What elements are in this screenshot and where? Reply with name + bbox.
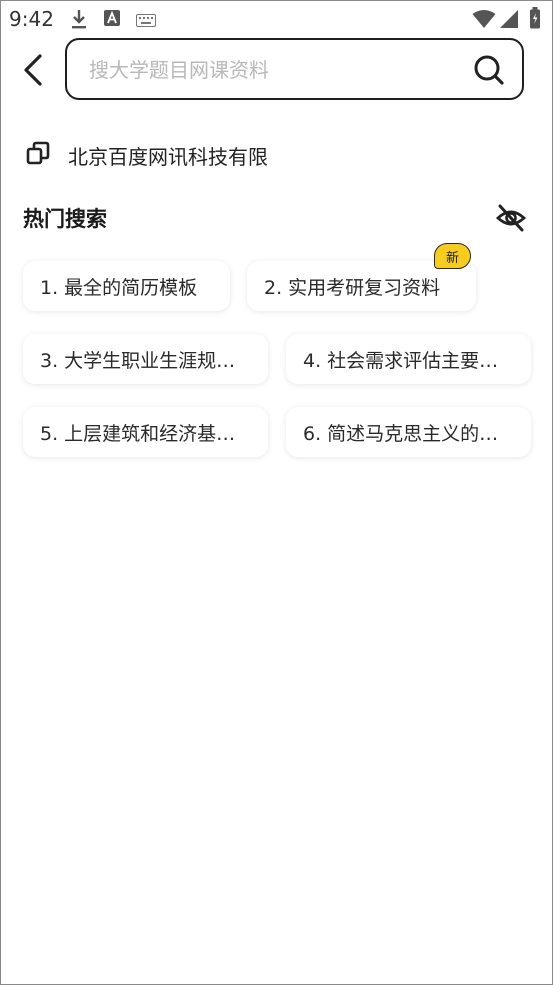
status-time: 9:42 (9, 7, 54, 31)
copy-icon (26, 141, 50, 169)
hot-search-item-label: 1. 最全的简历模板 (40, 276, 198, 299)
cellular-signal-icon (499, 9, 519, 33)
wifi-icon (472, 9, 496, 33)
source-label: 北京百度网讯科技有限 (68, 144, 268, 169)
search-input[interactable] (87, 52, 461, 88)
search-button[interactable] (472, 53, 506, 87)
new-badge: 新 (434, 243, 471, 269)
eye-off-icon (495, 204, 527, 237)
hot-search-item-label: 5. 上层建筑和经济基础的关系 (40, 422, 251, 445)
back-button[interactable] (18, 52, 48, 92)
source-row[interactable]: 北京百度网讯科技有限 (26, 140, 268, 170)
hot-search-title: 热门搜索 (23, 207, 107, 231)
hot-search-item-label: 2. 实用考研复习资料 (264, 276, 441, 299)
hide-toggle-button[interactable] (495, 203, 527, 233)
hot-search-item-label: 3. 大学生职业生涯规划书 (40, 349, 251, 372)
keyboard-icon (136, 12, 156, 31)
hot-search-item-label: 6. 简述马克思主义的基本原理 (303, 422, 514, 445)
hot-search-item-3[interactable]: 3. 大学生职业生涯规划书 (23, 334, 268, 384)
font-a-icon (104, 10, 120, 30)
status-bar: 9:42 (0, 0, 553, 38)
hot-search-item-4[interactable]: 4. 社会需求评估主要内容 (286, 334, 531, 384)
hot-search-item-6[interactable]: 6. 简述马克思主义的基本原理 (286, 407, 531, 457)
hot-search-item-1[interactable]: 1. 最全的简历模板 (23, 261, 230, 311)
search-icon (472, 55, 506, 91)
hot-search-item-5[interactable]: 5. 上层建筑和经济基础的关系 (23, 407, 268, 457)
download-icon (70, 8, 88, 34)
search-box (65, 38, 524, 100)
hot-search-item-label: 4. 社会需求评估主要内容 (303, 349, 514, 372)
chevron-left-icon (22, 53, 44, 91)
battery-icon (529, 7, 541, 33)
